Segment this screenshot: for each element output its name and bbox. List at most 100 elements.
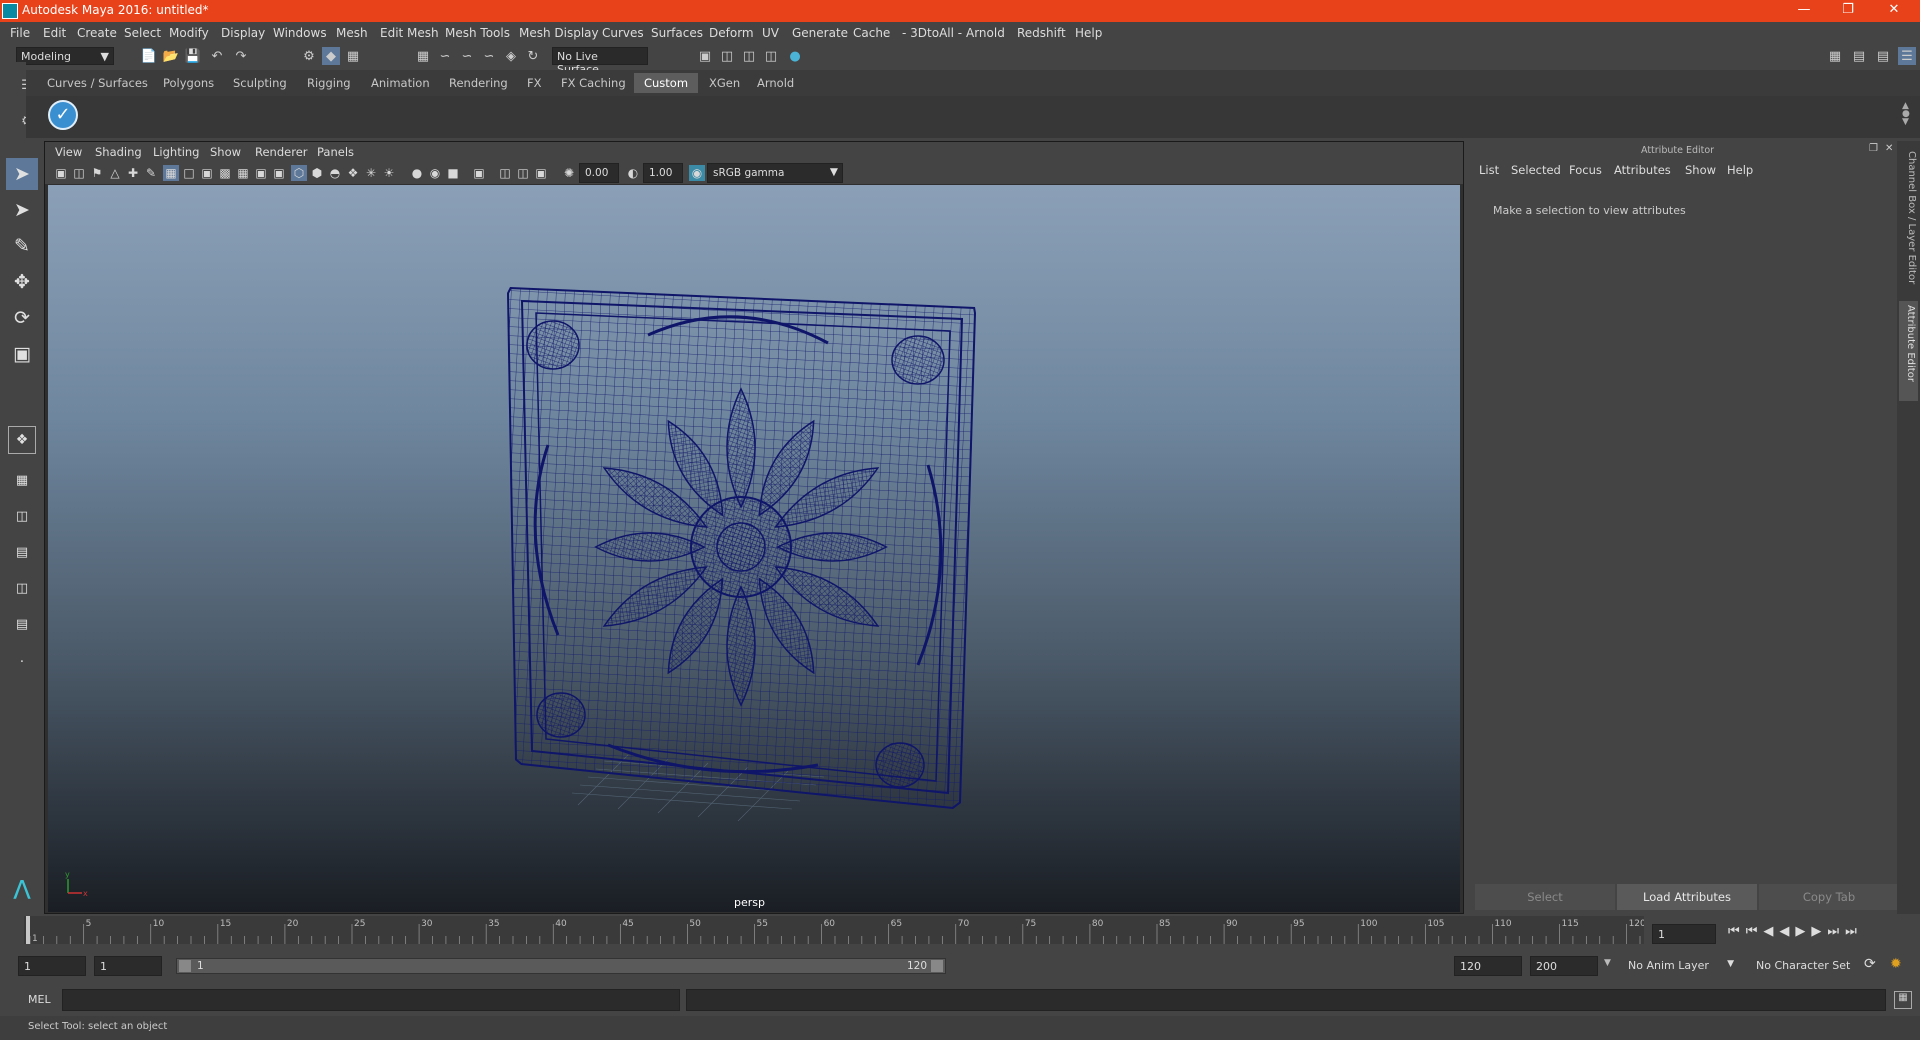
select-button[interactable]: Select xyxy=(1475,884,1615,910)
step-forward-key-icon[interactable]: ⏭ xyxy=(1827,924,1845,939)
menu-mesh-tools[interactable]: Mesh Tools xyxy=(445,26,510,40)
menu-help[interactable]: Help xyxy=(1075,26,1102,40)
gate-mask-icon[interactable]: ▩ xyxy=(217,165,233,181)
four-view-layout-icon[interactable]: ▦ xyxy=(6,464,38,496)
single-perspective-layout-icon[interactable]: ❖ xyxy=(8,426,36,454)
2d-pan-zoom-icon[interactable]: ✚ xyxy=(125,165,141,181)
move-tool-icon[interactable]: ✥ xyxy=(6,266,38,298)
panel-menu-lighting[interactable]: Lighting xyxy=(153,145,199,159)
menu-windows[interactable]: Windows xyxy=(273,26,327,40)
motion-blur-icon[interactable]: ◉ xyxy=(427,165,443,181)
menu-redshift[interactable]: Redshift xyxy=(1017,26,1066,40)
menu-file[interactable]: File xyxy=(10,26,30,40)
menu-3dtoall[interactable]: - 3DtoAll - xyxy=(902,26,962,40)
mode-dropdown[interactable]: Modeling ▼ xyxy=(16,47,114,65)
shelf-scroll-icon[interactable]: ▲ ● ▼ xyxy=(1902,102,1910,127)
field-chart-icon[interactable]: ▦ xyxy=(235,165,251,181)
save-scene-icon[interactable]: 💾 xyxy=(184,47,202,65)
command-input[interactable] xyxy=(62,989,680,1011)
safe-action-icon[interactable]: ▣ xyxy=(253,165,269,181)
attr-menu-show[interactable]: Show xyxy=(1685,163,1716,177)
close-button[interactable]: ✕ xyxy=(1874,2,1914,20)
close-panel-icon[interactable]: ✕ xyxy=(1885,143,1893,154)
script-editor-icon[interactable]: ▦ xyxy=(1894,991,1912,1009)
tool-settings-toggle-icon[interactable]: ☰ xyxy=(1898,47,1916,65)
playback-start-field[interactable]: 1 xyxy=(94,956,162,976)
xray-components-icon[interactable]: ▣ xyxy=(533,165,549,181)
tab-arnold[interactable]: Arnold xyxy=(750,73,801,93)
menu-deform[interactable]: Deform xyxy=(709,26,754,40)
play-back-icon[interactable]: ◀ xyxy=(1779,924,1795,939)
safe-title-icon[interactable]: ▣ xyxy=(271,165,287,181)
xray-joints-icon[interactable]: ◫ xyxy=(515,165,531,181)
persp-outliner-layout-icon[interactable]: ◫ xyxy=(6,500,38,532)
hypershade-layout-icon[interactable]: ◫ xyxy=(6,572,38,604)
render-frame-icon[interactable]: ◫ xyxy=(718,47,736,65)
menu-modify[interactable]: Modify xyxy=(169,26,209,40)
tab-sculpting[interactable]: Sculpting xyxy=(226,73,294,93)
select-tool-icon[interactable]: ➤ xyxy=(6,158,38,190)
tab-attribute-editor[interactable]: Attribute Editor xyxy=(1899,301,1918,401)
current-time-indicator[interactable] xyxy=(26,916,30,944)
gamma-icon[interactable]: ◐ xyxy=(625,165,641,181)
start-time-field[interactable]: 1 xyxy=(18,956,86,976)
wireframe-icon[interactable]: ⬡ xyxy=(291,165,307,181)
ambient-occlusion-icon[interactable]: ● xyxy=(409,165,425,181)
minimize-button[interactable]: — xyxy=(1784,2,1824,20)
float-panel-icon[interactable]: ❐ xyxy=(1869,143,1878,154)
attribute-editor-toggle-icon[interactable]: ▤ xyxy=(1874,47,1892,65)
menu-display[interactable]: Display xyxy=(221,26,265,40)
smooth-shade-icon[interactable]: ⬢ xyxy=(309,165,325,181)
panel-menu-panels[interactable]: Panels xyxy=(317,145,354,159)
snap-curve-icon[interactable]: ∽ xyxy=(436,47,454,65)
range-end-handle[interactable] xyxy=(931,960,943,972)
custom-shelf-check-icon[interactable]: ✓ xyxy=(48,100,78,130)
camera-select-icon[interactable]: ▣ xyxy=(53,165,69,181)
attr-menu-list[interactable]: List xyxy=(1479,163,1499,177)
render-view-icon[interactable]: ▣ xyxy=(696,47,714,65)
custom-layout-icon[interactable]: · xyxy=(6,646,38,678)
undo-icon[interactable]: ↶ xyxy=(208,47,226,65)
snap-live-icon[interactable]: ◈ xyxy=(502,47,520,65)
menu-generate[interactable]: Generate xyxy=(792,26,848,40)
anim-layer-dropdown[interactable]: No Anim Layer ▼ xyxy=(1624,956,1736,976)
tab-polygons[interactable]: Polygons xyxy=(156,73,221,93)
color-management-icon[interactable]: ◉ xyxy=(689,165,705,181)
auto-key-icon[interactable]: ⟳ xyxy=(1864,956,1876,972)
camera-attributes-icon[interactable]: ◫ xyxy=(71,165,87,181)
panel-menu-view[interactable]: View xyxy=(55,145,82,159)
tab-rendering[interactable]: Rendering xyxy=(442,73,515,93)
go-to-start-icon[interactable]: ⏮ xyxy=(1728,924,1746,939)
grease-pencil-icon[interactable]: ✎ xyxy=(143,165,159,181)
select-component-icon[interactable]: ▦ xyxy=(344,47,362,65)
exposure-icon[interactable]: ✺ xyxy=(561,165,577,181)
character-set-dropdown[interactable]: No Character Set xyxy=(1752,956,1868,976)
hypershade-icon[interactable]: ● xyxy=(786,47,804,65)
new-scene-icon[interactable]: 📄 xyxy=(140,47,158,65)
outliner-layout-icon[interactable]: ▤ xyxy=(6,608,38,640)
wireframe-on-shaded-icon[interactable]: ◓ xyxy=(327,165,343,181)
snap-together-icon[interactable]: ↻ xyxy=(524,47,542,65)
panel-menu-shading[interactable]: Shading xyxy=(95,145,142,159)
exposure-field[interactable]: 0.00 xyxy=(579,163,619,183)
menu-edit[interactable]: Edit xyxy=(43,26,66,40)
view-transform-dropdown[interactable]: sRGB gamma ▼ xyxy=(707,163,843,183)
select-object-icon[interactable]: ◆ xyxy=(322,47,340,65)
render-settings-icon[interactable]: ◫ xyxy=(762,47,780,65)
modeling-toolkit-icon[interactable]: ▦ xyxy=(1826,47,1844,65)
go-to-end-icon[interactable]: ⏭ xyxy=(1845,924,1863,939)
current-frame-field[interactable]: 1 xyxy=(1652,924,1716,944)
tab-fx-caching[interactable]: FX Caching xyxy=(554,73,633,93)
range-start-handle[interactable] xyxy=(179,960,191,972)
chevron-down-icon[interactable]: ▼ xyxy=(1604,958,1611,968)
xray-icon[interactable]: ◫ xyxy=(497,165,513,181)
bookmark-icon[interactable]: ⚑ xyxy=(89,165,105,181)
menu-mesh-display[interactable]: Mesh Display xyxy=(519,26,599,40)
tab-xgen[interactable]: XGen xyxy=(702,73,747,93)
playback-end-field[interactable]: 120 xyxy=(1454,956,1522,976)
perspective-viewport[interactable]: y x persp xyxy=(48,185,1460,912)
snap-point-icon[interactable]: ∽ xyxy=(458,47,476,65)
snap-view-plane-icon[interactable]: ∽ xyxy=(480,47,498,65)
open-scene-icon[interactable]: 📂 xyxy=(162,47,180,65)
tab-channel-box[interactable]: Channel Box / Layer Editor xyxy=(1901,151,1917,291)
